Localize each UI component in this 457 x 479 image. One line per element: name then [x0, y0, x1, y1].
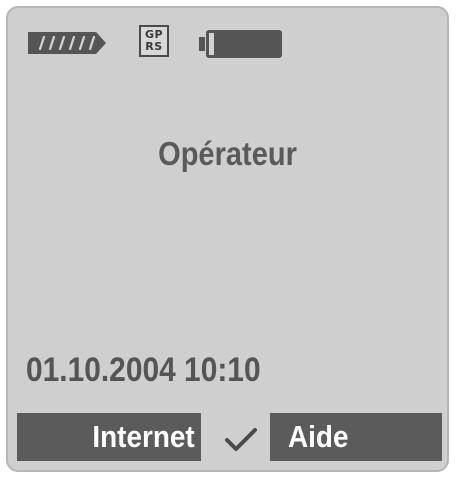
- operator-name: Opérateur: [158, 135, 297, 172]
- internet-softkey[interactable]: Internet: [17, 413, 201, 461]
- help-softkey-label: Aide: [288, 419, 349, 454]
- help-softkey[interactable]: Aide: [270, 413, 442, 461]
- date-time: 01.10.2004 10:10: [26, 351, 261, 389]
- softkey-bar: Internet Aide: [8, 413, 447, 463]
- phone-screen: GP RS Opérateur 01.10.2004 10:10 Interne…: [6, 6, 449, 472]
- gprs-icon-line2: RS: [145, 40, 163, 53]
- internet-softkey-label: Internet: [92, 419, 195, 454]
- signal-strength-icon: [28, 32, 106, 54]
- status-bar: GP RS: [8, 8, 447, 68]
- gprs-icon: GP RS: [139, 25, 169, 57]
- checkmark-icon[interactable]: [224, 427, 258, 453]
- battery-icon: [199, 30, 282, 58]
